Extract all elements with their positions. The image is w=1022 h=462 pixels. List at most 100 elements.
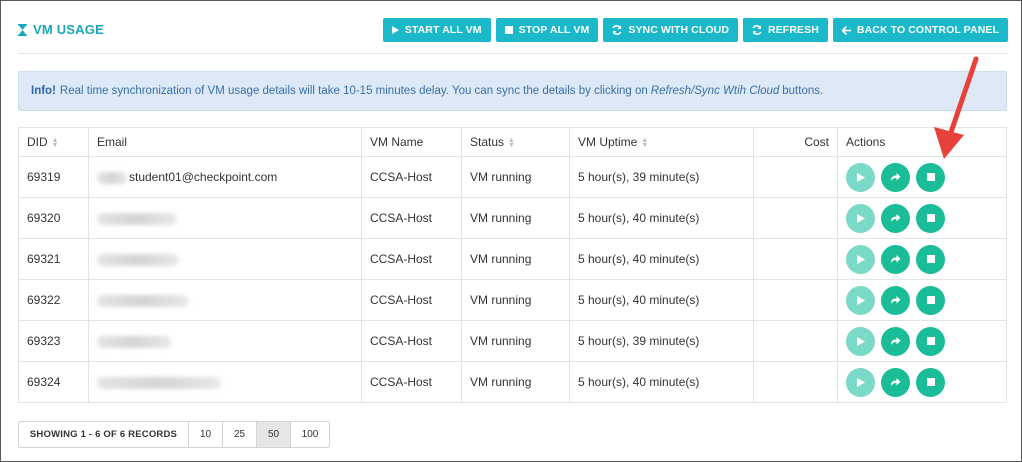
- cell-email: [88, 197, 362, 239]
- stop-icon: [504, 26, 513, 34]
- start-all-vm-button[interactable]: START ALL VM: [382, 18, 491, 42]
- page-size-25[interactable]: 25: [223, 422, 257, 447]
- cell-did: 69319: [18, 156, 89, 198]
- start-vm-button[interactable]: [846, 367, 875, 397]
- cell-email: [88, 361, 362, 403]
- page-title-text: VM USAGE: [33, 22, 104, 37]
- sort-icon: ▲ ▼: [51, 136, 59, 149]
- refresh-label: REFRESH: [768, 24, 819, 36]
- stop-vm-button[interactable]: [916, 326, 945, 356]
- table-row: 69320 CCSA-Host VM running 5 hour(s), 40…: [18, 197, 1007, 239]
- table-header-row: DID ▲ ▼ Email VM Name Status ▲ ▼ VM Uptime ▲ ▼…: [18, 127, 1007, 157]
- redacted-email: [97, 335, 171, 348]
- cell-uptime: 5 hour(s), 40 minute(s): [569, 197, 754, 239]
- cell-status: VM running: [461, 238, 570, 280]
- redacted-email: [97, 294, 189, 307]
- share-icon: [891, 255, 901, 263]
- cell-cost: [753, 238, 838, 280]
- column-header-status[interactable]: Status ▲ ▼: [461, 127, 570, 157]
- connect-vm-button[interactable]: [881, 326, 910, 356]
- stop-icon: [926, 255, 935, 263]
- cell-email: student01@checkpoint.com: [88, 156, 362, 198]
- cell-vm-name: CCSA-Host: [361, 279, 462, 321]
- sync-with-cloud-button[interactable]: SYNC WITH CLOUD: [603, 18, 739, 42]
- cell-actions: [837, 361, 1007, 403]
- cell-actions: [837, 279, 1007, 321]
- page-size-10[interactable]: 10: [189, 422, 223, 447]
- toolbar: START ALL VM STOP ALL VM SYNC WITH CLOUD…: [382, 18, 1008, 42]
- table-row: 69319 student01@checkpoint.com CCSA-Host…: [18, 156, 1007, 198]
- cell-actions: [837, 238, 1007, 280]
- cell-email: [88, 279, 362, 321]
- stop-vm-button[interactable]: [916, 162, 945, 192]
- cell-vm-name: CCSA-Host: [361, 320, 462, 362]
- connect-vm-button[interactable]: [881, 162, 910, 192]
- refresh-button[interactable]: REFRESH: [743, 18, 828, 42]
- records-summary: SHOWING 1 - 6 OF 6 RECORDS: [19, 422, 189, 447]
- cell-uptime: 5 hour(s), 39 minute(s): [569, 156, 754, 198]
- connect-vm-button[interactable]: [881, 244, 910, 274]
- stop-vm-button[interactable]: [916, 367, 945, 397]
- back-to-control-panel-label: BACK TO CONTROL PANEL: [856, 24, 999, 36]
- info-alert: Info! Real time synchronization of VM us…: [18, 71, 1007, 111]
- page-header: VM USAGE START ALL VM STOP ALL VM SYNC W…: [18, 18, 1008, 54]
- cell-cost: [753, 279, 838, 321]
- start-all-vm-label: START ALL VM: [404, 24, 482, 36]
- row-actions: [846, 203, 998, 233]
- play-icon: [856, 377, 865, 387]
- table-row: 69324 CCSA-Host VM running 5 hour(s), 40…: [18, 361, 1007, 403]
- page-size-100[interactable]: 100: [291, 422, 329, 447]
- cell-status: VM running: [461, 197, 570, 239]
- table-row: 69321 CCSA-Host VM running 5 hour(s), 40…: [18, 238, 1007, 280]
- stop-icon: [926, 214, 935, 222]
- table-row: 69323 CCSA-Host VM running 5 hour(s), 39…: [18, 320, 1007, 362]
- page-size-50[interactable]: 50: [257, 422, 291, 447]
- connect-vm-button[interactable]: [881, 203, 910, 233]
- vm-usage-table: DID ▲ ▼ Email VM Name Status ▲ ▼ VM Uptime ▲ ▼…: [18, 127, 1007, 403]
- start-vm-button[interactable]: [846, 244, 875, 274]
- play-icon: [856, 295, 865, 305]
- cell-actions: [837, 197, 1007, 239]
- redacted-email: [97, 376, 221, 389]
- stop-all-vm-button[interactable]: STOP ALL VM: [495, 18, 599, 42]
- row-actions: [846, 162, 998, 192]
- stop-vm-button[interactable]: [916, 244, 945, 274]
- cell-did: 69322: [18, 279, 89, 321]
- play-icon: [856, 213, 865, 223]
- redacted-email: [97, 253, 179, 266]
- refresh-icon: [752, 25, 762, 35]
- share-icon: [891, 214, 901, 222]
- share-icon: [891, 296, 901, 304]
- cell-did: 69320: [18, 197, 89, 239]
- back-to-control-panel-button[interactable]: BACK TO CONTROL PANEL: [832, 18, 1008, 42]
- share-icon: [891, 378, 901, 386]
- start-vm-button[interactable]: [846, 326, 875, 356]
- start-vm-button[interactable]: [846, 162, 875, 192]
- column-header-cost: Cost: [753, 127, 838, 157]
- pagination: SHOWING 1 - 6 OF 6 RECORDS 10 25 50 100: [18, 421, 330, 448]
- start-vm-button[interactable]: [846, 285, 875, 315]
- cell-status: VM running: [461, 279, 570, 321]
- column-header-email: Email: [88, 127, 362, 157]
- cell-email: [88, 320, 362, 362]
- cell-cost: [753, 361, 838, 403]
- connect-vm-button[interactable]: [881, 285, 910, 315]
- cell-did: 69324: [18, 361, 89, 403]
- stop-icon: [926, 296, 935, 304]
- sync-icon: [612, 25, 622, 35]
- stop-vm-button[interactable]: [916, 203, 945, 233]
- row-actions: [846, 367, 998, 397]
- stop-icon: [926, 337, 935, 345]
- cell-email: [88, 238, 362, 280]
- cell-status: VM running: [461, 361, 570, 403]
- cell-cost: [753, 156, 838, 198]
- cell-status: VM running: [461, 156, 570, 198]
- cell-vm-name: CCSA-Host: [361, 238, 462, 280]
- column-header-did[interactable]: DID ▲ ▼: [18, 127, 89, 157]
- start-vm-button[interactable]: [846, 203, 875, 233]
- annotation-arrow: [934, 56, 979, 159]
- column-header-vm-uptime[interactable]: VM Uptime ▲ ▼: [569, 127, 754, 157]
- stop-vm-button[interactable]: [916, 285, 945, 315]
- share-icon: [891, 173, 901, 181]
- connect-vm-button[interactable]: [881, 367, 910, 397]
